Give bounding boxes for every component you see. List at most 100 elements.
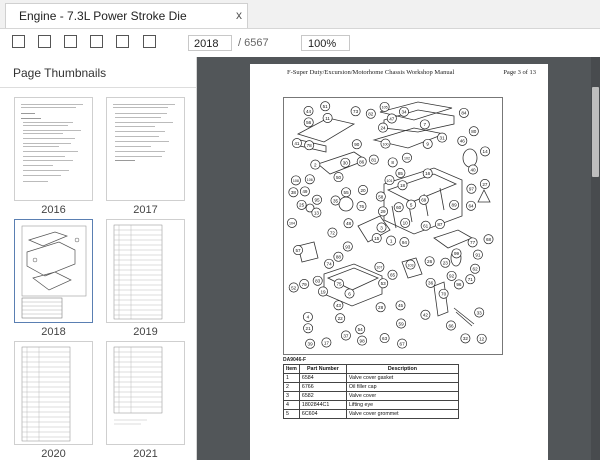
page-total: / 6567 bbox=[238, 37, 269, 49]
cell-description: Lifting eye bbox=[345, 400, 459, 410]
svg-text:25: 25 bbox=[299, 203, 305, 208]
svg-text:35: 35 bbox=[333, 198, 339, 203]
callout-77: 77 bbox=[467, 237, 478, 248]
thumbnail-page-2018[interactable] bbox=[14, 219, 93, 323]
callout-4: 4 bbox=[302, 311, 313, 322]
svg-text:76: 76 bbox=[359, 204, 365, 209]
checkbox-square-icon[interactable] bbox=[64, 35, 77, 48]
checkbox-square-icon[interactable] bbox=[38, 35, 51, 48]
callout-53: 53 bbox=[378, 278, 389, 289]
thumbnail-label: 2016 bbox=[41, 204, 66, 216]
svg-text:88: 88 bbox=[336, 255, 342, 260]
scrollbar-thumb[interactable] bbox=[592, 87, 599, 177]
page-header-number: Page 3 of 13 bbox=[503, 69, 536, 76]
callout-92: 92 bbox=[446, 270, 457, 281]
diagram-caption: DA9046-F bbox=[283, 357, 307, 363]
document-tab[interactable]: Engine - 7.3L Power Stroke Die x bbox=[5, 3, 248, 28]
cell-part-number: 6584 bbox=[298, 373, 347, 383]
callout-74: 74 bbox=[324, 258, 335, 269]
callout-28: 28 bbox=[375, 302, 386, 313]
svg-text:107: 107 bbox=[376, 266, 382, 270]
svg-text:43: 43 bbox=[336, 303, 342, 308]
thumbnail-page-2019[interactable] bbox=[106, 219, 185, 323]
callout-78: 78 bbox=[304, 140, 315, 151]
svg-text:75: 75 bbox=[336, 281, 342, 286]
callout-99: 99 bbox=[451, 248, 462, 259]
callout-86: 86 bbox=[356, 156, 367, 167]
callout-73: 73 bbox=[350, 106, 361, 117]
page-number-input[interactable]: 2018 bbox=[188, 35, 232, 51]
callout-107: 107 bbox=[374, 261, 385, 272]
thumbnail-table-preview bbox=[21, 346, 71, 442]
svg-text:24: 24 bbox=[380, 125, 386, 130]
checkbox-square-icon[interactable] bbox=[143, 35, 156, 48]
callout-82: 82 bbox=[365, 108, 376, 119]
sidebar-title: Page Thumbnails bbox=[13, 66, 107, 80]
close-icon[interactable]: x bbox=[236, 8, 242, 22]
callout-101: 101 bbox=[384, 175, 395, 186]
callout-39: 39 bbox=[305, 338, 316, 349]
svg-text:69: 69 bbox=[421, 198, 427, 203]
svg-text:14: 14 bbox=[483, 149, 489, 154]
thumbnail-page-2017[interactable] bbox=[106, 97, 185, 201]
svg-text:38: 38 bbox=[291, 190, 297, 195]
column-header-description: Description bbox=[345, 364, 459, 374]
thumbnail-page-2016[interactable] bbox=[14, 97, 93, 201]
svg-text:2: 2 bbox=[314, 162, 317, 167]
callout-13: 13 bbox=[311, 207, 322, 218]
callout-65: 65 bbox=[387, 269, 398, 280]
checkbox-square-icon[interactable] bbox=[90, 35, 103, 48]
vertical-scrollbar[interactable] bbox=[591, 57, 600, 460]
svg-text:7: 7 bbox=[424, 122, 427, 127]
callout-64: 64 bbox=[466, 200, 476, 211]
svg-text:45: 45 bbox=[398, 303, 404, 308]
thumbnail-label: 2021 bbox=[133, 448, 158, 460]
checkbox-square-icon[interactable] bbox=[116, 35, 129, 48]
svg-text:79: 79 bbox=[302, 282, 308, 287]
cell-part-number: 6582 bbox=[298, 391, 347, 401]
svg-text:58: 58 bbox=[378, 194, 384, 199]
table-row: 4 1802844C1 Lifting eye bbox=[283, 400, 459, 410]
svg-text:85: 85 bbox=[398, 171, 404, 176]
callout-106: 106 bbox=[304, 174, 315, 185]
svg-text:95: 95 bbox=[314, 198, 320, 203]
svg-text:77: 77 bbox=[470, 240, 476, 245]
svg-text:41: 41 bbox=[294, 141, 300, 146]
callout-62: 62 bbox=[470, 263, 481, 274]
checkbox-square-icon[interactable] bbox=[12, 35, 25, 48]
svg-text:26: 26 bbox=[427, 259, 433, 264]
svg-text:37: 37 bbox=[343, 333, 349, 338]
callout-63: 63 bbox=[379, 333, 390, 344]
svg-text:73: 73 bbox=[353, 109, 359, 114]
svg-text:32: 32 bbox=[463, 336, 469, 341]
callout-52: 52 bbox=[288, 282, 299, 293]
callout-44: 44 bbox=[303, 106, 314, 116]
thumbnail-page-2021[interactable] bbox=[106, 341, 185, 445]
svg-text:19: 19 bbox=[320, 289, 326, 294]
svg-text:31: 31 bbox=[440, 135, 446, 140]
callout-15: 15 bbox=[371, 233, 382, 244]
svg-text:68: 68 bbox=[486, 237, 492, 242]
callout-105: 105 bbox=[379, 101, 390, 112]
svg-text:52: 52 bbox=[291, 285, 297, 290]
callout-75: 75 bbox=[334, 278, 344, 289]
svg-text:55: 55 bbox=[344, 190, 350, 195]
callout-90: 90 bbox=[351, 139, 362, 150]
callout-26: 26 bbox=[424, 256, 435, 267]
thumbnail-label: 2019 bbox=[133, 326, 158, 338]
svg-text:89: 89 bbox=[452, 203, 458, 208]
svg-text:90: 90 bbox=[354, 142, 360, 147]
svg-text:30: 30 bbox=[343, 161, 349, 166]
callout-80: 80 bbox=[468, 126, 479, 137]
thumbnail-page-2020[interactable] bbox=[14, 341, 93, 445]
callout-18: 18 bbox=[397, 180, 408, 191]
callout-100: 100 bbox=[380, 138, 391, 149]
zoom-input[interactable]: 100% bbox=[301, 35, 350, 51]
callout-85: 85 bbox=[395, 168, 406, 178]
thumbnail-diagram-preview bbox=[21, 225, 87, 319]
svg-text:91: 91 bbox=[475, 252, 481, 257]
document-viewer[interactable]: F-Super Duty/Excursion/Motorhome Chassis… bbox=[197, 57, 600, 460]
callout-72: 72 bbox=[327, 227, 338, 238]
callout-59: 59 bbox=[396, 318, 407, 329]
svg-text:99: 99 bbox=[454, 251, 460, 256]
